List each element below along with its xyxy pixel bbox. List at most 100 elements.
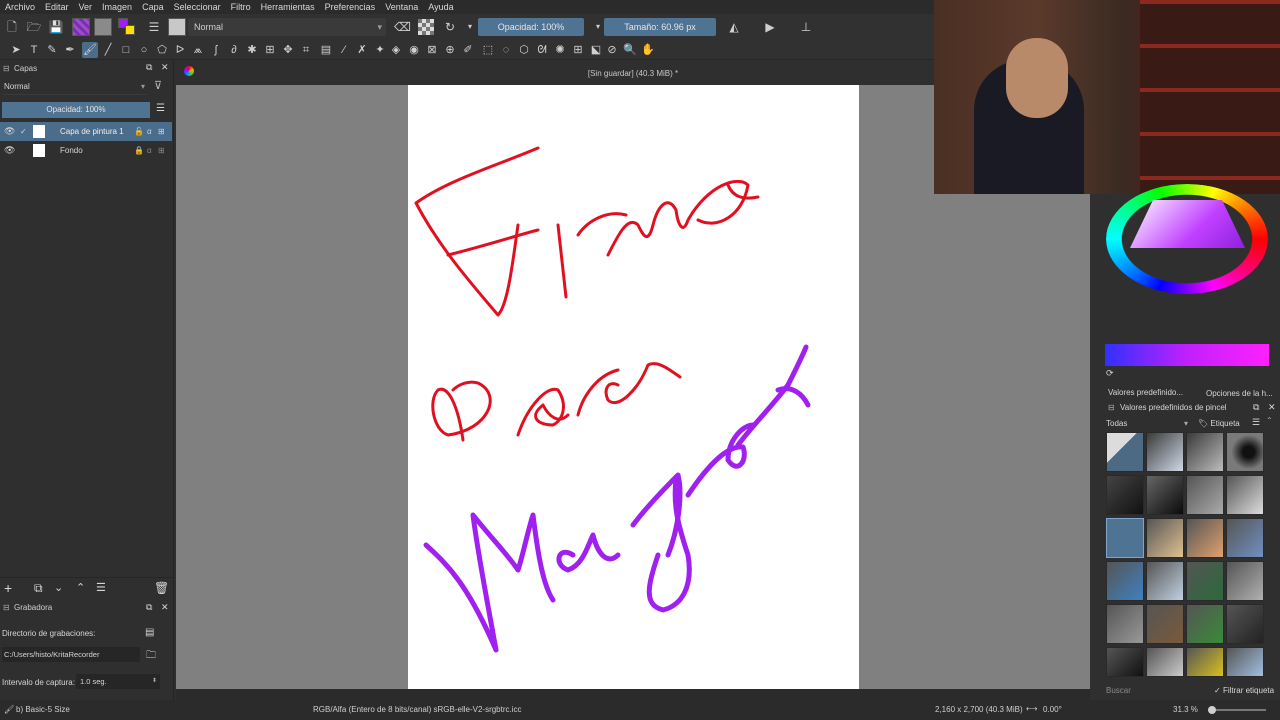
layer-row-paint[interactable]: 👁 ✓ Capa de pintura 1 🔓 α ⊞ — [0, 122, 172, 141]
freehand-select-icon[interactable]: ᘛ — [534, 42, 550, 58]
menu-icon[interactable]: ☰ — [156, 103, 165, 114]
brush-preset-icon[interactable] — [168, 18, 186, 36]
paper-canvas[interactable] — [408, 85, 859, 689]
ellipse-tool-icon[interactable]: ○ — [136, 42, 152, 58]
new-document-icon[interactable]: 🗋 — [4, 19, 20, 35]
magnetic-select-icon[interactable]: ⊘ — [604, 42, 620, 58]
brush-preset[interactable] — [1106, 475, 1144, 515]
size-slider[interactable]: Tamaño: 60.96 px — [604, 18, 716, 36]
rotation-value[interactable]: 0.00° — [1043, 705, 1062, 714]
menu-seleccionar[interactable]: Seleccionar — [169, 2, 226, 12]
background-color[interactable] — [125, 25, 135, 35]
pan-assistant-icon[interactable]: ✐ — [460, 42, 476, 58]
measure-icon[interactable]: ⊠ — [424, 42, 440, 58]
brush-preset[interactable] — [1186, 647, 1224, 677]
reference-icon[interactable]: ⊕ — [442, 42, 458, 58]
refresh-icon[interactable]: ⟳ — [1106, 368, 1114, 379]
dynamic-brush-icon[interactable]: ∂ — [226, 42, 242, 58]
zoom-slider-handle[interactable] — [1208, 706, 1216, 714]
brush-preset[interactable] — [1146, 432, 1184, 472]
properties-icon[interactable]: ☰ — [96, 581, 106, 594]
brush-preset[interactable] — [1146, 561, 1184, 601]
polygon-select-icon[interactable]: ⬡ — [516, 42, 532, 58]
brush-preset[interactable] — [1146, 604, 1184, 644]
reload-icon[interactable]: ↻ — [442, 19, 458, 35]
brush-preset-selected[interactable] — [1106, 518, 1144, 558]
menu-preferencias[interactable]: Preferencias — [320, 2, 381, 12]
move-up-icon[interactable]: ⌃ — [76, 581, 85, 594]
eraser-icon[interactable]: ⌫ — [394, 19, 411, 35]
menu-ver[interactable]: Ver — [74, 2, 98, 12]
gradient-tool-icon[interactable]: ▤ — [318, 42, 334, 58]
move-icon[interactable]: ✥ — [280, 42, 296, 58]
recordings-dir-input[interactable]: C:/Users/histo/KritaRecorder — [2, 647, 140, 662]
close-icon[interactable]: ✕ — [161, 62, 169, 73]
add-layer-icon[interactable]: + — [4, 580, 12, 596]
filter-icon[interactable]: ⊽ — [154, 79, 162, 92]
freehand-brush-icon[interactable]: 🖌 — [82, 42, 98, 58]
menu-archivo[interactable]: Archivo — [0, 2, 40, 12]
polygon-tool-icon[interactable]: ⬠ — [154, 42, 170, 58]
spinner-icon[interactable]: ⬍ — [152, 674, 157, 689]
float-icon[interactable]: ⧉ — [146, 602, 152, 613]
brush-preset[interactable] — [1106, 604, 1144, 644]
color-picker-icon[interactable]: ⁄ — [336, 42, 352, 58]
brush-preset[interactable] — [1186, 475, 1224, 515]
close-icon[interactable]: ✕ — [161, 602, 169, 613]
fill-tool-icon[interactable]: ◈ — [388, 42, 404, 58]
bezier-tool-icon[interactable]: ⩕ — [190, 42, 206, 58]
checkbox-icon[interactable]: ✓ — [20, 122, 27, 141]
brush-preset[interactable] — [1226, 518, 1264, 558]
rectangle-tool-icon[interactable]: □ — [118, 42, 134, 58]
preset-search-input[interactable]: Buscar — [1106, 684, 1206, 698]
brush-preset[interactable] — [1186, 518, 1224, 558]
settings-icon[interactable]: ☰ — [146, 19, 162, 35]
menu-imagen[interactable]: Imagen — [97, 2, 137, 12]
inherit-alpha-icon[interactable]: ⊞ — [158, 141, 165, 160]
rect-select-icon[interactable]: ⬚ — [480, 42, 496, 58]
brush-preset[interactable] — [1186, 604, 1224, 644]
delete-layer-icon[interactable]: 🗑 — [154, 581, 169, 595]
manage-recordings-icon[interactable]: ▤ — [145, 627, 154, 638]
menu-capa[interactable]: Capa — [137, 2, 169, 12]
eye-icon[interactable]: 👁 — [4, 141, 15, 160]
lock-icon[interactable]: 🔒 — [134, 141, 144, 160]
brush-preset[interactable] — [1146, 647, 1184, 677]
brush-preset[interactable] — [1226, 475, 1264, 515]
move-down-icon[interactable]: ⌄ — [54, 581, 63, 594]
tab-presets[interactable]: Valores predefinido... — [1108, 388, 1183, 397]
horizontal-scrollbar[interactable] — [176, 689, 1090, 700]
dropdown-icon[interactable]: ▾ — [462, 19, 478, 35]
rotate-icon[interactable]: ⟷ — [1026, 704, 1037, 713]
mirror-vertical-icon[interactable]: ▶ — [762, 19, 778, 35]
brush-preset[interactable] — [1106, 647, 1144, 677]
tag-select[interactable]: 🏷 Etiqueta — [1198, 417, 1240, 431]
menu-ventana[interactable]: Ventana — [380, 2, 423, 12]
brush-preset[interactable] — [1106, 561, 1144, 601]
alpha-icon[interactable]: α — [147, 141, 152, 160]
close-icon[interactable]: ✕ — [1268, 402, 1276, 413]
save-icon[interactable]: 💾 — [48, 19, 64, 35]
edit-shapes-icon[interactable]: ✎ — [44, 42, 60, 58]
contiguous-select-icon[interactable]: ✺ — [552, 42, 568, 58]
brush-preset[interactable] — [1106, 432, 1144, 472]
zoom-slider[interactable] — [1208, 706, 1266, 714]
menu-icon[interactable]: ☰ — [1252, 417, 1260, 428]
brush-preset[interactable] — [1226, 604, 1264, 644]
blend-mode-select[interactable]: Normal ▾ — [188, 18, 386, 36]
filter-tag-checkbox[interactable]: ✓ Filtrar etiqueta — [1214, 684, 1274, 698]
brush-preset[interactable] — [1226, 647, 1264, 677]
brush-preset[interactable] — [1226, 561, 1264, 601]
gradient-swatch[interactable] — [72, 18, 90, 36]
color-history-bar[interactable] — [1105, 344, 1269, 366]
layer-blend-select[interactable]: Normal ▾ — [2, 79, 147, 95]
polyline-tool-icon[interactable]: ᐅ — [172, 42, 188, 58]
tab-brush-options[interactable]: Opciones de la h... — [1206, 389, 1273, 398]
crop-icon[interactable]: ⌗ — [298, 42, 314, 58]
pan-icon[interactable]: ✋ — [640, 42, 656, 58]
layer-row-background[interactable]: 👁 Fondo 🔒 α ⊞ — [0, 141, 172, 160]
zoom-value[interactable]: 31.3 % — [1173, 705, 1198, 714]
bezier-select-icon[interactable]: ⬕ — [588, 42, 604, 58]
alpha-icon[interactable]: α — [147, 122, 152, 141]
current-brush[interactable]: b) Basic-5 Size — [16, 705, 70, 714]
